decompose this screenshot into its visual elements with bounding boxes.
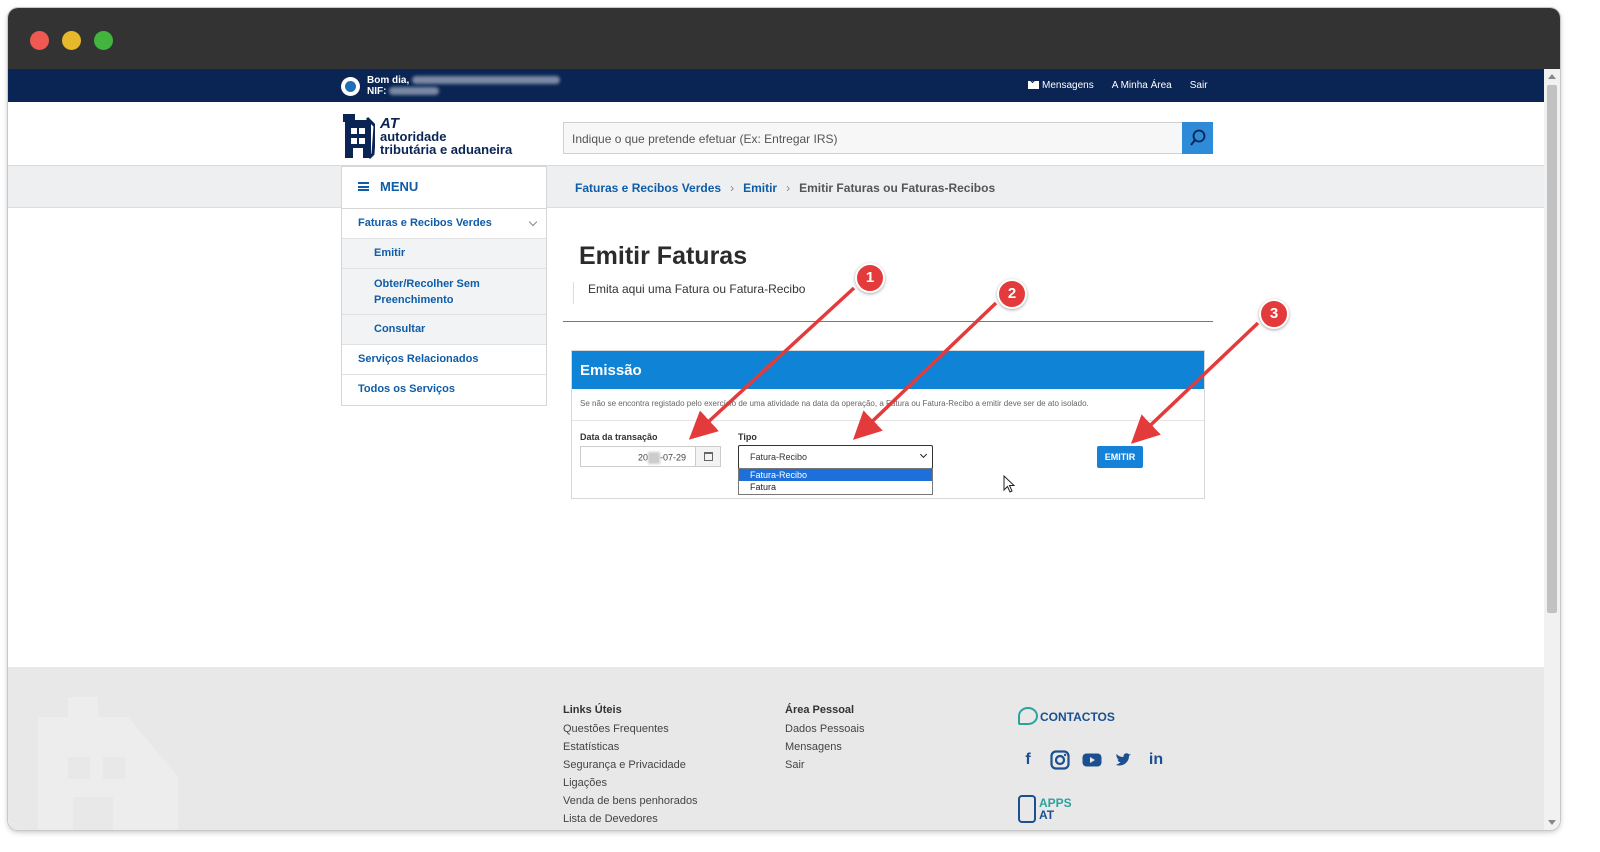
menu-label: MENU: [380, 179, 419, 194]
phone-app-icon: [1018, 795, 1036, 823]
date-value-suffix: -07-29: [659, 452, 686, 463]
top-links: Mensagens A Minha Área Sair: [1028, 80, 1208, 91]
footer-personal-title: Área Pessoal: [785, 704, 855, 716]
panel-note: Se não se encontra registado pelo exercí…: [572, 389, 1204, 421]
footer-link[interactable]: Dados Pessoais: [785, 723, 865, 735]
footer-link[interactable]: Ligações: [563, 777, 698, 789]
footer-link[interactable]: Venda de bens penhorados: [563, 795, 698, 807]
annotation-badge-1: 1: [855, 263, 885, 293]
sidebar-item-consultar[interactable]: Consultar: [342, 315, 546, 345]
footer-link[interactable]: Segurança e Privacidade: [563, 759, 698, 771]
chevron-down-icon: [919, 450, 928, 459]
footer-watermark-logo-icon: [38, 697, 178, 830]
footer-link[interactable]: Lista de Devedores: [563, 813, 698, 825]
sidebar-item-todos-servicos[interactable]: Todos os Serviços: [342, 375, 546, 405]
my-area-link[interactable]: A Minha Área: [1112, 80, 1172, 91]
title-divider: [563, 321, 1213, 322]
close-window-button[interactable]: [30, 31, 49, 50]
user-avatar-icon: [341, 77, 360, 96]
date-label: Data da transação: [580, 432, 658, 442]
breadcrumb-separator-icon: ›: [786, 181, 791, 195]
panel-title: Emissão: [572, 351, 1204, 389]
instagram-icon[interactable]: [1050, 750, 1070, 770]
youtube-icon[interactable]: [1082, 750, 1102, 770]
linkedin-icon[interactable]: in: [1146, 750, 1166, 770]
hamburger-icon: [358, 182, 369, 191]
scroll-up-icon[interactable]: [1548, 74, 1556, 79]
breadcrumb-emitir[interactable]: Emitir: [743, 181, 777, 195]
type-select[interactable]: Fatura-Recibo: [738, 445, 933, 469]
page-title: Emitir Faturas: [579, 242, 748, 270]
sidebar-item-label: Faturas e Recibos Verdes: [358, 217, 492, 229]
apps-at-link[interactable]: APPS AT: [1018, 795, 1072, 823]
browser-window: Bom dia, NIF: Mensagens A Minha Área Sai…: [8, 8, 1560, 830]
footer-link[interactable]: Sair: [785, 759, 865, 771]
sidebar-item-servicos-relacionados[interactable]: Serviços Relacionados: [342, 345, 546, 375]
calendar-button[interactable]: [695, 446, 721, 467]
window-titlebar: [8, 8, 1560, 69]
type-option-fatura-recibo[interactable]: Fatura-Recibo: [739, 469, 932, 481]
footer-links-title: Links Úteis: [563, 704, 622, 716]
sidebar-item-emitir[interactable]: Emitir: [342, 239, 546, 269]
twitter-icon[interactable]: [1114, 750, 1134, 770]
site-footer: Links Úteis Questões Frequentes Estatíst…: [8, 667, 1544, 830]
sidebar-menu: Faturas e Recibos Verdes Emitir Obter/Re…: [341, 208, 547, 406]
mouse-cursor-icon: [1003, 475, 1016, 493]
at-emblem-icon: [343, 114, 375, 160]
facebook-icon[interactable]: f: [1018, 750, 1038, 770]
breadcrumb-current: Emitir Faturas ou Faturas-Recibos: [799, 181, 996, 195]
site-header: AT autoridade tributária e aduaneira Ind…: [8, 102, 1544, 166]
footer-link[interactable]: Estatísticas: [563, 741, 698, 753]
page-subtitle: Emita aqui uma Fatura ou Fatura-Recibo: [573, 282, 805, 304]
type-option-fatura[interactable]: Fatura: [739, 481, 932, 493]
sidebar-item-obter-recolher[interactable]: Obter/Recolher Sem Preenchimento: [342, 269, 546, 315]
calendar-icon: [704, 452, 713, 461]
breadcrumb-separator-icon: ›: [730, 181, 735, 195]
chat-bubble-icon: [1018, 707, 1038, 725]
contactos-label: CONTACTOS: [1040, 710, 1115, 724]
type-selected-value: Fatura-Recibo: [750, 452, 808, 462]
minimize-window-button[interactable]: [62, 31, 81, 50]
chevron-down-icon: [528, 217, 538, 227]
footer-link[interactable]: Mensagens: [785, 741, 865, 753]
annotation-badge-3: 3: [1259, 299, 1289, 329]
type-label: Tipo: [738, 432, 757, 442]
logout-link[interactable]: Sair: [1190, 80, 1208, 91]
footer-link[interactable]: Questões Frequentes: [563, 723, 698, 735]
messages-link[interactable]: Mensagens: [1028, 80, 1094, 91]
mail-icon: [1028, 81, 1039, 89]
scroll-down-icon[interactable]: [1548, 820, 1556, 825]
vertical-scrollbar[interactable]: [1544, 69, 1560, 830]
type-dropdown-list: Fatura-Recibo Fatura: [738, 468, 933, 495]
scrollbar-thumb[interactable]: [1547, 85, 1557, 613]
apps-line2: AT: [1039, 808, 1055, 822]
footer-area-pessoal: Área Pessoal Dados Pessoais Mensagens Sa…: [785, 704, 865, 777]
date-value-prefix: 20: [637, 452, 648, 463]
social-links: f in: [1018, 750, 1166, 770]
contactos-link[interactable]: CONTACTOS: [1018, 707, 1115, 725]
breadcrumb: Faturas e Recibos Verdes › Emitir › Emit…: [575, 181, 995, 195]
emission-panel: Emissão Se não se encontra registado pel…: [571, 350, 1205, 499]
user-greeting: Bom dia, NIF:: [367, 75, 561, 97]
page-content: Bom dia, NIF: Mensagens A Minha Área Sai…: [8, 69, 1544, 830]
search-input[interactable]: Indique o que pretende efetuar (Ex: Entr…: [563, 122, 1183, 154]
sidebar-item-faturas-recibos-verdes[interactable]: Faturas e Recibos Verdes: [342, 209, 546, 239]
annotation-badge-2: 2: [997, 279, 1027, 309]
search-icon: [1190, 129, 1206, 146]
emit-button[interactable]: EMITIR: [1097, 446, 1143, 468]
top-user-bar: Bom dia, NIF: Mensagens A Minha Área Sai…: [8, 69, 1544, 102]
menu-toggle[interactable]: MENU: [341, 166, 547, 208]
footer-links-uteis: Links Úteis Questões Frequentes Estatíst…: [563, 704, 698, 830]
logo-text: AT autoridade tributária e aduaneira: [380, 115, 513, 157]
at-logo[interactable]: AT autoridade tributária e aduaneira: [343, 114, 512, 160]
breadcrumb-faturas[interactable]: Faturas e Recibos Verdes: [575, 181, 721, 195]
search-button[interactable]: [1182, 122, 1213, 154]
maximize-window-button[interactable]: [94, 31, 113, 50]
